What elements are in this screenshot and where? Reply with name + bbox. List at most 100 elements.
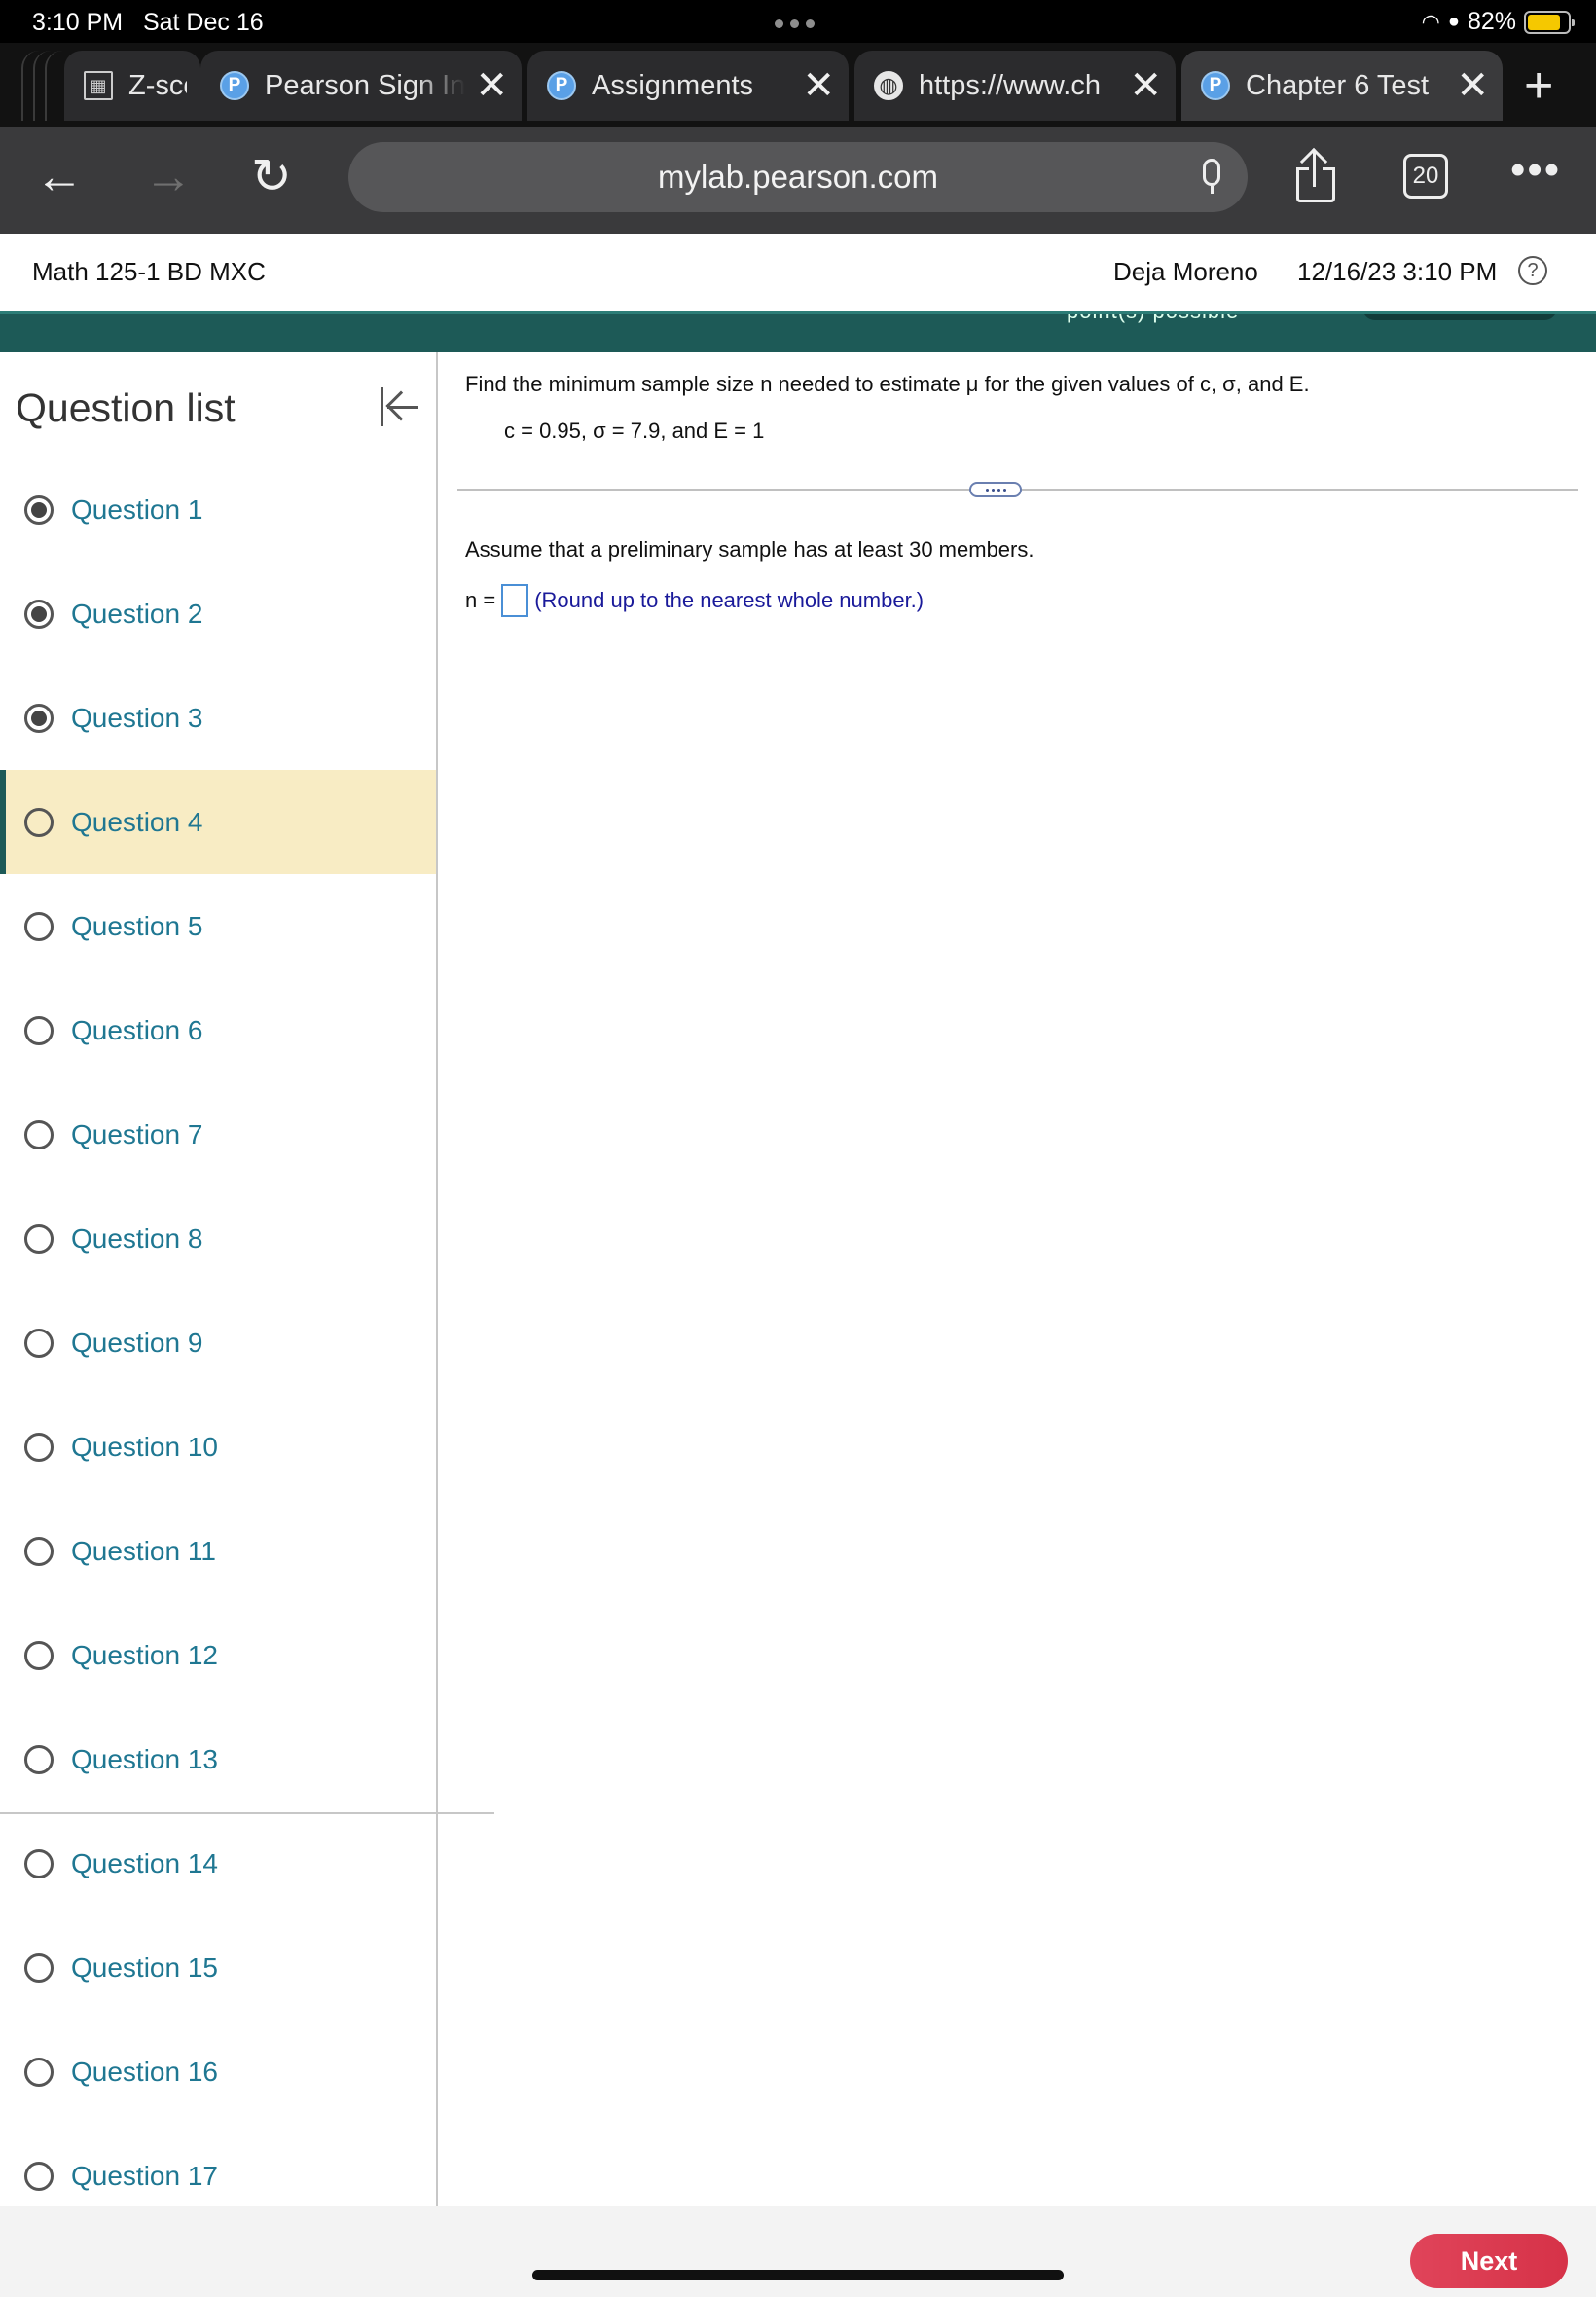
- reload-button[interactable]: ↻: [251, 152, 292, 201]
- question-label: Question 10: [71, 1431, 218, 1462]
- forward-button[interactable]: →: [144, 152, 193, 201]
- question-label: Question 16: [71, 2056, 218, 2087]
- tab-title: Assignments: [592, 69, 754, 101]
- close-tab-icon[interactable]: ✕: [802, 63, 835, 108]
- status-indicators: ◠ ● 82%: [1421, 8, 1575, 36]
- empty-radio-icon: [24, 1015, 54, 1045]
- question-label: Question 1: [71, 493, 203, 525]
- close-tab-icon[interactable]: ✕: [1456, 63, 1489, 108]
- next-button[interactable]: Next: [1410, 2234, 1568, 2288]
- question-list-item[interactable]: Question 3: [0, 666, 436, 770]
- question-list-item[interactable]: Question 7: [0, 1082, 436, 1186]
- answer-input[interactable]: [501, 584, 529, 617]
- question-list-panel: Question list Question 1 Question 2 Questi…: [0, 352, 438, 2206]
- points-possible-text: point(s) possible: [1067, 314, 1239, 324]
- close-tab-icon[interactable]: ✕: [475, 63, 508, 108]
- question-list-item[interactable]: Question 13: [0, 1707, 436, 1811]
- question-label: Question 17: [71, 2160, 218, 2191]
- tab-external-link[interactable]: ◍ https://www.ch ✕: [854, 51, 1176, 121]
- rounding-hint: (Round up to the nearest whole number.): [534, 588, 925, 612]
- question-list-item[interactable]: Question 17: [0, 2124, 436, 2206]
- question-list-item[interactable]: Question 14: [0, 1811, 436, 1915]
- empty-radio-icon: [24, 2057, 54, 2087]
- user-name: Deja Moreno: [1113, 257, 1258, 286]
- pearson-icon: P: [1201, 71, 1230, 100]
- answer-row: n = (Round up to the nearest whole numbe…: [465, 584, 924, 617]
- resize-handle[interactable]: [969, 482, 1022, 497]
- tab-assignments[interactable]: P Assignments ✕: [527, 51, 849, 121]
- address-bar[interactable]: mylab.pearson.com: [348, 142, 1248, 212]
- completed-radio-icon: [24, 703, 54, 733]
- question-label: Question 7: [71, 1118, 203, 1149]
- completed-radio-icon: [24, 494, 54, 525]
- pearson-icon: P: [547, 71, 576, 100]
- more-options-icon[interactable]: •••: [1510, 146, 1561, 195]
- question-list-item[interactable]: Question 2: [0, 562, 436, 666]
- question-list-item[interactable]: Question 16: [0, 2020, 436, 2124]
- spreadsheet-icon: ▦: [84, 71, 113, 100]
- given-values: c = 0.95, σ = 7.9, and E = 1: [504, 419, 765, 443]
- browser-toolbar: ← → ↻ mylab.pearson.com 20 •••: [0, 127, 1596, 234]
- pearson-icon: P: [220, 71, 249, 100]
- answer-label: n =: [465, 588, 496, 612]
- question-list-item[interactable]: Question 9: [0, 1291, 436, 1395]
- course-title: Math 125-1 BD MXC: [32, 257, 266, 286]
- question-list-item[interactable]: Question 12: [0, 1603, 436, 1707]
- back-button[interactable]: ←: [35, 152, 84, 201]
- question-list-item[interactable]: Question 6: [0, 978, 436, 1082]
- tab-chapter-6-test[interactable]: P Chapter 6 Test ✕: [1181, 51, 1503, 121]
- empty-radio-icon: [24, 1119, 54, 1149]
- empty-radio-icon: [24, 1848, 54, 1878]
- globe-icon: ◍: [874, 71, 903, 100]
- sidebar-divider: [0, 1812, 494, 1814]
- microphone-icon[interactable]: [1201, 159, 1222, 196]
- question-label: Question 9: [71, 1327, 203, 1358]
- question-list-item[interactable]: Question 8: [0, 1186, 436, 1291]
- new-tab-button[interactable]: +: [1524, 56, 1553, 115]
- empty-radio-icon: [24, 911, 54, 941]
- empty-radio-icon: [24, 1223, 54, 1254]
- empty-radio-icon: [24, 1640, 54, 1670]
- status-bar: 3:10 PM Sat Dec 16 ◠ ● 82%: [0, 0, 1596, 43]
- question-list-item[interactable]: Question 10: [0, 1395, 436, 1499]
- bottom-bar: [0, 2206, 1596, 2297]
- banner-button[interactable]: [1362, 314, 1557, 320]
- question-label: Question 3: [71, 702, 203, 733]
- assignment-banner: point(s) possible: [0, 311, 1596, 352]
- question-list-item[interactable]: Question 5: [0, 874, 436, 978]
- question-list-item[interactable]: Question 1: [0, 457, 436, 562]
- empty-radio-icon: [24, 2161, 54, 2191]
- close-tab-icon[interactable]: ✕: [1129, 63, 1162, 108]
- question-list-item[interactable]: Question 11: [0, 1499, 436, 1603]
- help-icon[interactable]: ?: [1518, 256, 1547, 285]
- multitasking-dots[interactable]: [775, 19, 815, 28]
- empty-radio-icon: [24, 1952, 54, 1983]
- battery-percent: 82%: [1467, 8, 1516, 35]
- browser-tab-bar: ▦ Z-sco P Pearson Sign In ✕ P Assignment…: [0, 43, 1596, 127]
- completed-radio-icon: [24, 599, 54, 629]
- question-label: Question 15: [71, 1951, 218, 1983]
- collapse-panel-icon[interactable]: [378, 385, 420, 428]
- session-datetime: 12/16/23 3:10 PM: [1297, 257, 1498, 286]
- question-list-item[interactable]: Question 4: [0, 770, 436, 874]
- question-label: Question 8: [71, 1222, 203, 1254]
- tab-title: https://www.ch: [919, 69, 1101, 101]
- home-indicator: [532, 2270, 1064, 2280]
- question-list-item[interactable]: Question 15: [0, 1915, 436, 2020]
- question-list: Question 1 Question 2 Question 3 Question 4…: [0, 457, 436, 2206]
- question-label: Question 5: [71, 910, 203, 941]
- share-icon[interactable]: [1294, 147, 1339, 204]
- question-label: Question 4: [71, 806, 203, 837]
- question-label: Question 11: [71, 1535, 216, 1566]
- empty-radio-icon: [24, 1432, 54, 1462]
- question-list-title: Question list: [16, 385, 236, 430]
- tab-title: Chapter 6 Test: [1246, 69, 1430, 101]
- tab-z-score[interactable]: ▦ Z-sco: [64, 51, 200, 121]
- question-label: Question 14: [71, 1847, 218, 1878]
- wifi-icon: ◠: [1421, 9, 1440, 34]
- assumption-text: Assume that a preliminary sample has at …: [465, 537, 1034, 562]
- tab-count-button[interactable]: 20: [1403, 154, 1448, 199]
- empty-radio-icon: [24, 807, 54, 837]
- empty-radio-icon: [24, 1536, 54, 1566]
- tab-pearson-sign-in[interactable]: P Pearson Sign In ✕: [200, 51, 522, 121]
